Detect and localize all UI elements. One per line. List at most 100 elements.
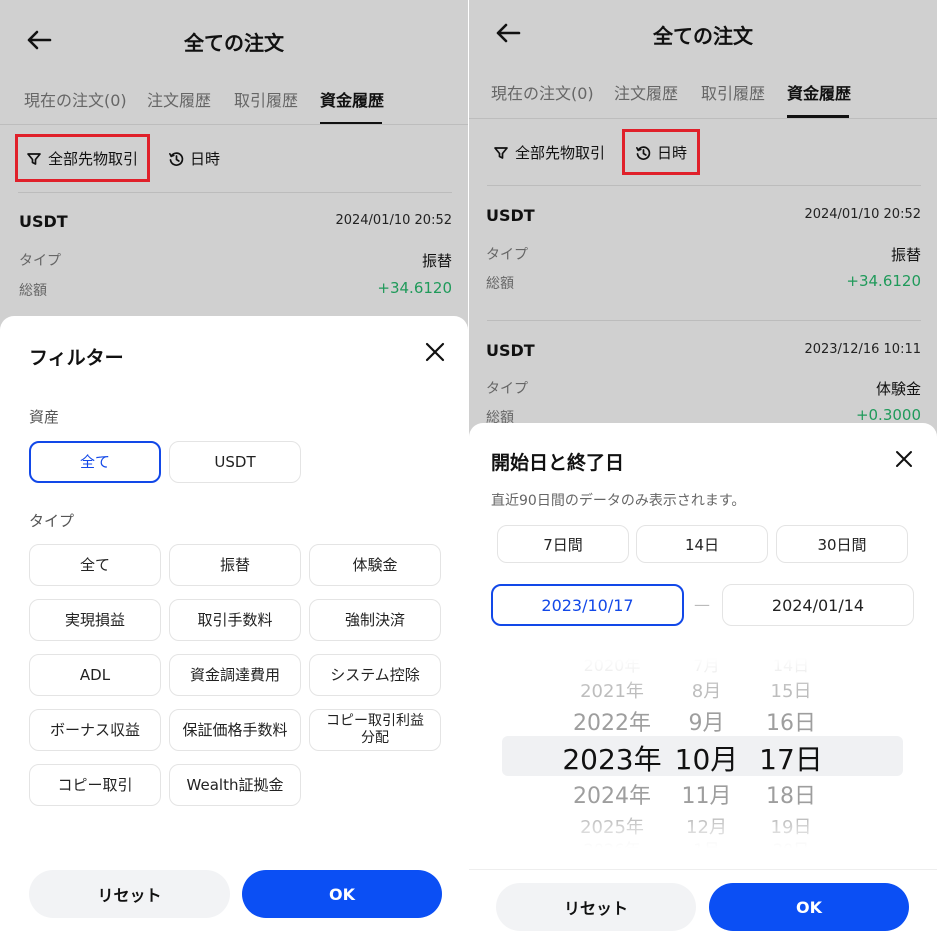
record-type-label: タイプ xyxy=(486,381,528,397)
left-screen: 全ての注文 現在の注文(0) 注文履歴 取引履歴 資金履歴 全部先物取引 日時 … xyxy=(0,0,468,945)
type-chip[interactable]: ADL xyxy=(29,654,161,696)
tab-fund-history[interactable]: 資金履歴 xyxy=(320,87,384,111)
close-icon[interactable] xyxy=(423,340,447,364)
range-7-days-button[interactable]: 7日間 xyxy=(497,525,629,563)
type-chip[interactable]: Wealth証拠金 xyxy=(169,764,301,806)
record-type-value: 体験金 xyxy=(875,380,921,398)
date-filter-label: 日時 xyxy=(657,144,688,162)
type-chip[interactable]: 資金調達費用 xyxy=(169,654,301,696)
category-filter-button[interactable]: 全部先物取引 xyxy=(493,142,605,163)
record-amount-label: 総額 xyxy=(19,283,47,299)
wheel-item: 7月 xyxy=(693,658,720,675)
type-chip[interactable]: 体験金 xyxy=(309,544,441,586)
tab-order-history[interactable]: 注文履歴 xyxy=(614,80,678,104)
tab-trade-history[interactable]: 取引履歴 xyxy=(234,87,298,111)
record-datetime: 2023/12/16 10:11 xyxy=(804,342,921,357)
category-filter-label: 全部先物取引 xyxy=(48,150,139,168)
date-filter-button[interactable]: 日時 xyxy=(168,148,220,169)
type-section-label: タイプ xyxy=(29,512,75,530)
sheet-title: 開始日と終了日 xyxy=(491,452,625,474)
asset-chip-usdt[interactable]: USDT xyxy=(169,441,301,483)
wheel-item: 2026年 xyxy=(557,836,667,848)
wheel-item-selected: 2023年 xyxy=(562,743,662,776)
record-divider xyxy=(18,192,452,193)
history-clock-icon xyxy=(636,145,651,160)
asset-chip-all[interactable]: 全て xyxy=(29,441,161,483)
record-type-value: 振替 xyxy=(890,246,921,264)
record-amount-value: +34.6120 xyxy=(846,272,921,290)
type-chip[interactable]: コピー取引 xyxy=(29,764,161,806)
record-type-label: タイプ xyxy=(486,247,528,263)
right-screen: 全ての注文 現在の注文(0) 注文履歴 取引履歴 資金履歴 全部先物取引 日時 … xyxy=(469,0,937,945)
record-amount-label: 総額 xyxy=(486,276,514,292)
tab-fund-history[interactable]: 資金履歴 xyxy=(787,80,851,104)
wheel-item: 2022年 xyxy=(573,711,651,736)
wheel-item: 11月 xyxy=(681,784,732,809)
history-clock-icon xyxy=(169,151,184,166)
ok-button[interactable]: OK xyxy=(242,870,442,918)
ok-button[interactable]: OK xyxy=(709,883,909,931)
year-wheel[interactable]: 2020年 2021年 2022年 2023年 2024年 2025年 2026… xyxy=(557,658,667,848)
tabs-divider xyxy=(469,118,937,119)
wheel-item: 15日 xyxy=(770,681,812,702)
wheel-item: 9月 xyxy=(688,711,725,736)
tab-bar: 現在の注文(0) 注文履歴 取引履歴 資金履歴 xyxy=(469,76,937,122)
record-datetime: 2024/01/10 20:52 xyxy=(804,207,921,222)
funnel-icon xyxy=(27,152,41,165)
record-amount-value: +0.3000 xyxy=(855,406,921,424)
type-chip[interactable]: 強制決済 xyxy=(309,599,441,641)
wheel-item: 18日 xyxy=(766,784,816,809)
record-type-value: 振替 xyxy=(421,252,452,270)
reset-button[interactable]: リセット xyxy=(29,870,230,918)
filter-sheet: フィルター 資産 全て USDT タイプ 全て 振替 体験金 実現損益 取引手数… xyxy=(0,316,468,945)
type-chip[interactable]: 全て xyxy=(29,544,161,586)
page-title: 全ての注文 xyxy=(184,31,284,55)
day-wheel[interactable]: 14日 15日 16日 17日 18日 19日 20日 xyxy=(756,658,826,848)
type-chip[interactable]: 振替 xyxy=(169,544,301,586)
type-chip[interactable]: 取引手数料 xyxy=(169,599,301,641)
month-wheel[interactable]: 7月 8月 9月 10月 11月 12月 1月 xyxy=(669,658,744,848)
record-asset: USDT xyxy=(486,206,535,225)
date-wheel-picker: 2020年 2021年 2022年 2023年 2024年 2025年 2026… xyxy=(469,658,937,848)
date-filter-label: 日時 xyxy=(190,150,221,168)
category-filter-button[interactable]: 全部先物取引 xyxy=(26,148,138,169)
type-chip[interactable]: ボーナス収益 xyxy=(29,709,161,751)
header: 全ての注文 xyxy=(469,0,937,70)
asset-section-label: 資産 xyxy=(29,408,60,426)
date-range-sheet: 開始日と終了日 直近90日間のデータのみ表示されます。 7日間 14日 30日間… xyxy=(469,423,937,945)
record-divider xyxy=(487,185,921,186)
wheel-item: 20日 xyxy=(756,836,826,848)
range-note: 直近90日間のデータのみ表示されます。 xyxy=(491,493,746,509)
wheel-item: 1月 xyxy=(669,836,744,848)
date-filter-button[interactable]: 日時 xyxy=(635,142,687,163)
record-type-label: タイプ xyxy=(19,253,61,269)
wheel-item-selected: 10月 xyxy=(674,743,739,776)
type-chip[interactable]: 保証価格手数料 xyxy=(169,709,301,751)
wheel-item-selected: 17日 xyxy=(759,743,823,776)
header: 全ての注文 xyxy=(0,0,468,70)
type-chip[interactable]: システム控除 xyxy=(309,654,441,696)
wheel-item: 2021年 xyxy=(580,681,644,702)
wheel-item: 16日 xyxy=(766,711,816,736)
reset-button[interactable]: リセット xyxy=(496,883,696,931)
filter-row: 全部先物取引 日時 xyxy=(0,138,468,178)
range-14-days-button[interactable]: 14日 xyxy=(636,525,768,563)
tab-order-history[interactable]: 注文履歴 xyxy=(147,87,211,111)
record-asset: USDT xyxy=(19,212,68,231)
range-30-days-button[interactable]: 30日間 xyxy=(776,525,908,563)
tab-current-orders[interactable]: 現在の注文(0) xyxy=(491,80,594,104)
tab-bar: 現在の注文(0) 注文履歴 取引履歴 資金履歴 xyxy=(0,82,468,128)
start-date-field[interactable]: 2023/10/17 xyxy=(491,584,684,626)
filter-row: 全部先物取引 日時 xyxy=(469,133,937,173)
funnel-icon xyxy=(494,146,508,159)
date-separator: — xyxy=(694,595,710,614)
record-amount-value: +34.6120 xyxy=(377,279,452,297)
record-divider xyxy=(487,320,921,321)
tab-trade-history[interactable]: 取引履歴 xyxy=(701,80,765,104)
end-date-field[interactable]: 2024/01/14 xyxy=(722,584,914,626)
type-chip[interactable]: 実現損益 xyxy=(29,599,161,641)
type-chip[interactable]: コピー取引利益 分配 xyxy=(309,709,441,751)
sheet-divider xyxy=(469,869,937,870)
tab-current-orders[interactable]: 現在の注文(0) xyxy=(24,87,127,111)
close-icon[interactable] xyxy=(892,447,916,471)
